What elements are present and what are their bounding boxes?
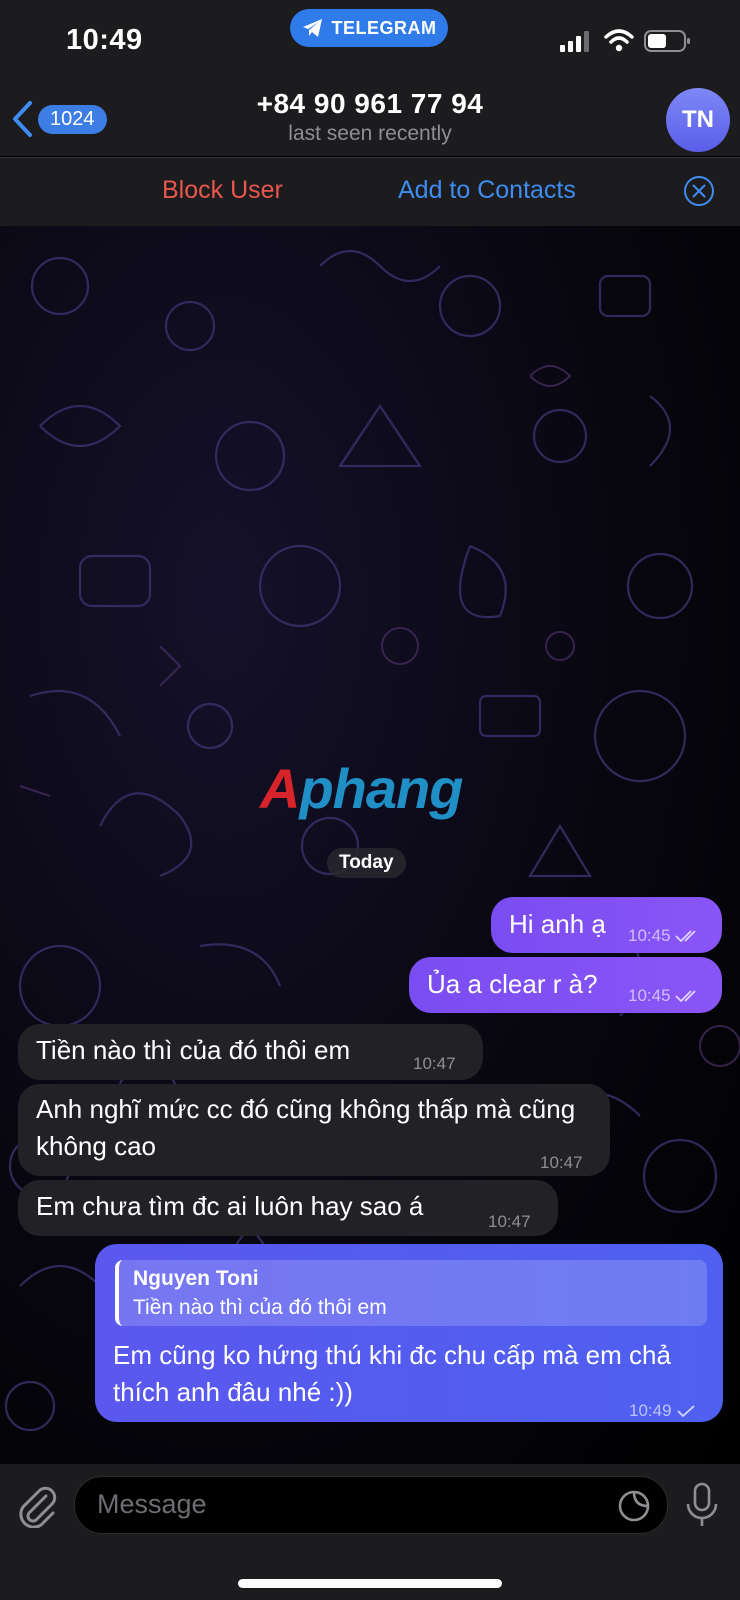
microphone-icon[interactable]	[684, 1482, 720, 1530]
date-separator: Today	[327, 848, 406, 878]
chat-area[interactable]: Aphang Today Hi anh ạ 10:45 Ủa a clear r…	[0, 226, 740, 1464]
close-circle-icon[interactable]	[683, 175, 715, 207]
message-time: 10:45	[628, 986, 671, 1005]
message-bubble-incoming[interactable]: Tiền nào thì của đó thôi em 10:47	[18, 1024, 483, 1080]
message-time: 10:47	[413, 1054, 456, 1073]
message-text: Anh nghĩ mức cc đó cũng không thấp mà cũ…	[36, 1094, 576, 1161]
message-meta: 10:45	[628, 917, 701, 954]
watermark-first: A	[260, 757, 300, 820]
message-meta: 10:47	[413, 1045, 456, 1082]
message-bubble-outgoing[interactable]: Hi anh ạ 10:45	[491, 897, 722, 953]
reply-quote[interactable]: Nguyen Toni Tiền nào thì của đó thôi em	[115, 1260, 707, 1326]
telegram-pill[interactable]: TELEGRAM	[290, 9, 448, 47]
message-bubble-outgoing[interactable]: Ủa a clear r à? 10:45	[409, 957, 722, 1013]
paperclip-icon[interactable]	[16, 1484, 58, 1528]
telegram-pill-label: TELEGRAM	[331, 17, 437, 38]
home-indicator[interactable]	[238, 1579, 502, 1588]
sticker-icon[interactable]	[617, 1489, 651, 1523]
message-meta: 10:47	[540, 1144, 583, 1181]
wifi-icon	[604, 29, 634, 52]
message-placeholder: Message	[97, 1489, 207, 1519]
message-text: Em cũng ko hứng thú khi đc chu cấp mà em…	[113, 1340, 671, 1407]
chat-header: 1024 +84 90 961 77 94 last seen recently…	[0, 82, 740, 156]
message-text: Tiền nào thì của đó thôi em	[36, 1035, 351, 1065]
message-meta: 10:45	[628, 977, 701, 1014]
add-to-contacts-button[interactable]: Add to Contacts	[398, 176, 576, 205]
composer-bar: Message	[0, 1464, 740, 1600]
message-input[interactable]: Message	[74, 1476, 668, 1534]
telegram-plane-icon	[302, 19, 322, 37]
message-time: 10:45	[628, 926, 671, 945]
signal-icon	[560, 31, 589, 52]
single-check-icon	[676, 1404, 695, 1417]
message-text: Em chưa tìm đc ai luôn hay sao á	[36, 1191, 424, 1221]
message-bubble-incoming[interactable]: Em chưa tìm đc ai luôn hay sao á 10:47	[18, 1180, 558, 1236]
message-bubble-incoming[interactable]: Anh nghĩ mức cc đó cũng không thấp mà cũ…	[18, 1084, 610, 1176]
message-time: 10:47	[540, 1153, 583, 1172]
message-time: 10:49	[629, 1401, 672, 1420]
avatar[interactable]: TN	[666, 88, 730, 152]
message-meta: 10:47	[488, 1203, 531, 1240]
reply-text: Tiền nào thì của đó thôi em	[133, 1296, 387, 1319]
watermark-rest: phang	[299, 757, 463, 820]
message-meta: 10:49	[629, 1392, 696, 1429]
chat-title[interactable]: +84 90 961 77 94	[0, 88, 740, 120]
reply-author: Nguyen Toni	[133, 1267, 259, 1290]
message-bubble-outgoing[interactable]: Nguyen Toni Tiền nào thì của đó thôi em …	[95, 1244, 723, 1422]
status-bar: 10:49 TELEGRAM	[0, 0, 740, 82]
message-time: 10:47	[488, 1212, 531, 1231]
action-bar: Block User Add to Contacts	[0, 158, 740, 226]
chat-status: last seen recently	[288, 122, 452, 145]
battery-icon	[644, 30, 690, 52]
message-text: Hi anh ạ	[509, 909, 606, 939]
status-time: 10:49	[66, 24, 143, 56]
double-check-icon	[674, 929, 696, 942]
double-check-icon	[674, 989, 696, 1002]
watermark-logo: Aphang	[260, 756, 463, 821]
message-text: Ủa a clear r à?	[427, 969, 598, 999]
block-user-button[interactable]: Block User	[162, 176, 283, 205]
